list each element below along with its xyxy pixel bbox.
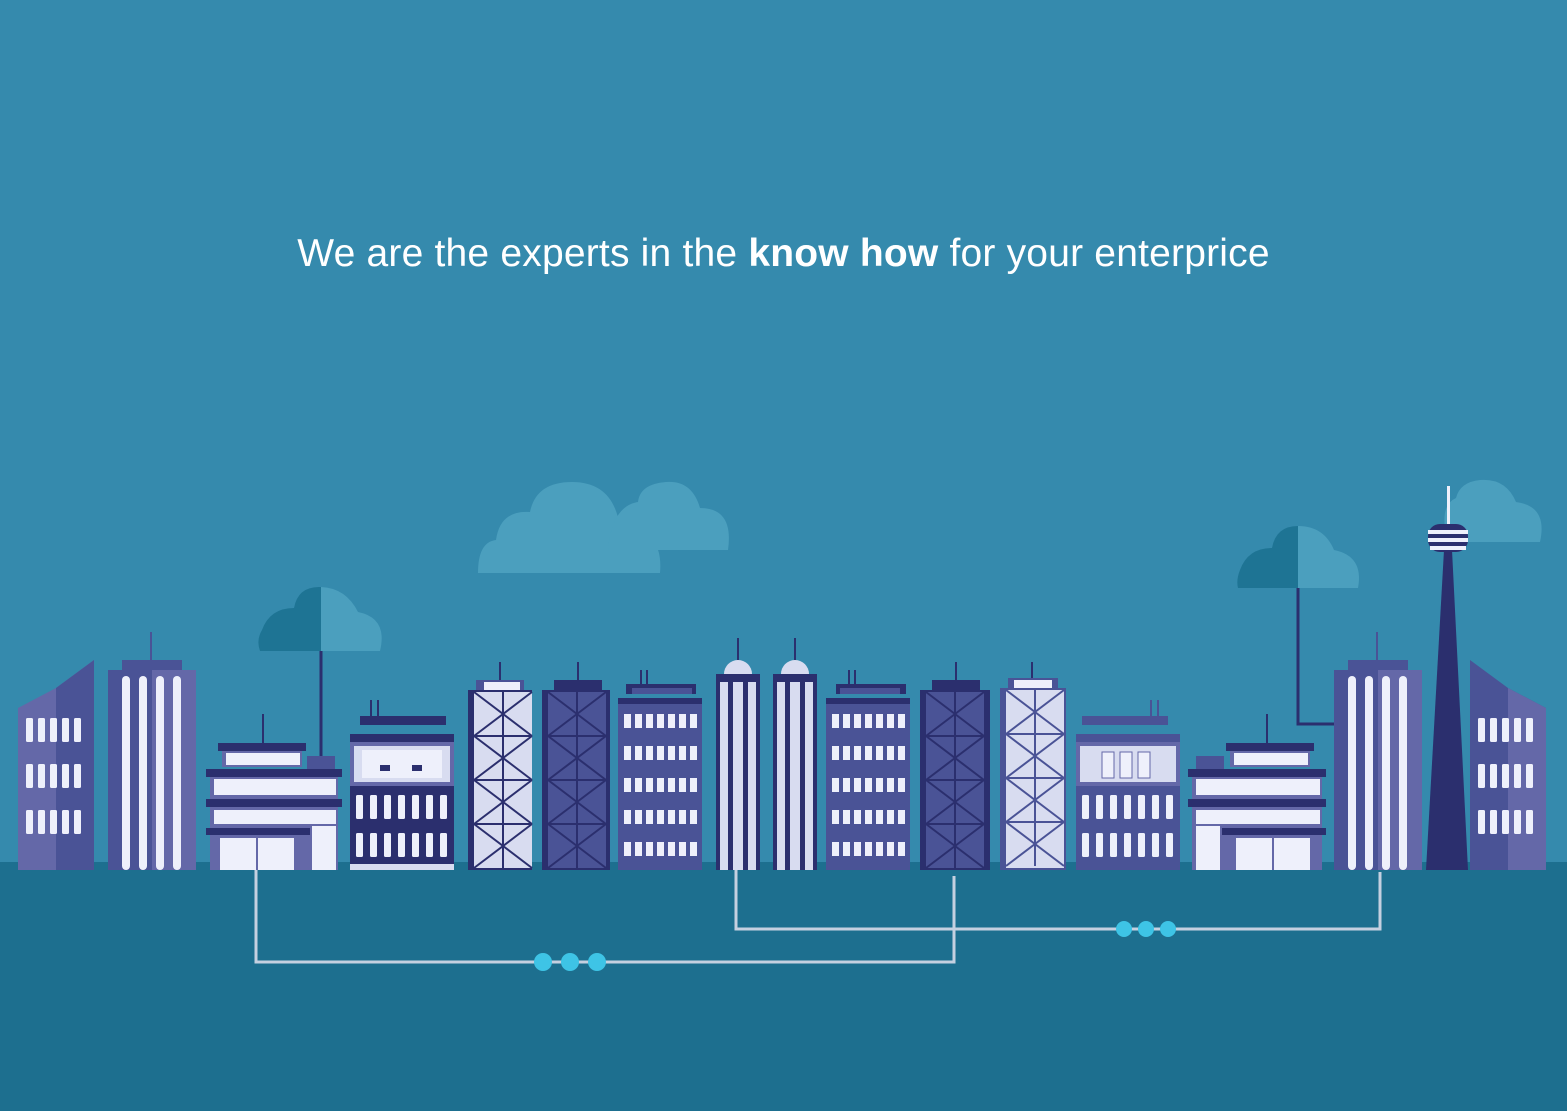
cloud-icon	[608, 481, 729, 550]
building-lattice-dark	[542, 662, 610, 870]
building-data-center	[1076, 700, 1180, 870]
building-lattice-light-2	[1000, 662, 1066, 870]
network-node-icon	[534, 953, 606, 971]
building-left-end	[18, 660, 94, 870]
building-right-end	[1470, 660, 1546, 870]
building-office-low-2	[1188, 714, 1326, 870]
antenna-icon	[150, 632, 152, 662]
building-twin-dome-left	[716, 638, 760, 870]
building-glass-office	[350, 700, 454, 870]
tv-tower-icon	[1426, 486, 1468, 870]
city-skyline-illustration	[18, 479, 1546, 971]
building-lattice-light	[468, 662, 533, 870]
antenna-icon	[1376, 632, 1378, 662]
building-striped-tower	[108, 632, 196, 870]
network-connections	[254, 870, 1382, 964]
building-twin-dome-right	[773, 638, 817, 870]
building-striped-tower-2	[1334, 632, 1422, 870]
network-node-icon	[1116, 921, 1176, 937]
building-grid-windows	[618, 670, 702, 870]
building-grid-windows-2	[826, 670, 910, 870]
cloud-icon	[258, 586, 382, 651]
building-lattice-dark-2	[920, 662, 990, 870]
cloud-icon	[1237, 526, 1359, 588]
